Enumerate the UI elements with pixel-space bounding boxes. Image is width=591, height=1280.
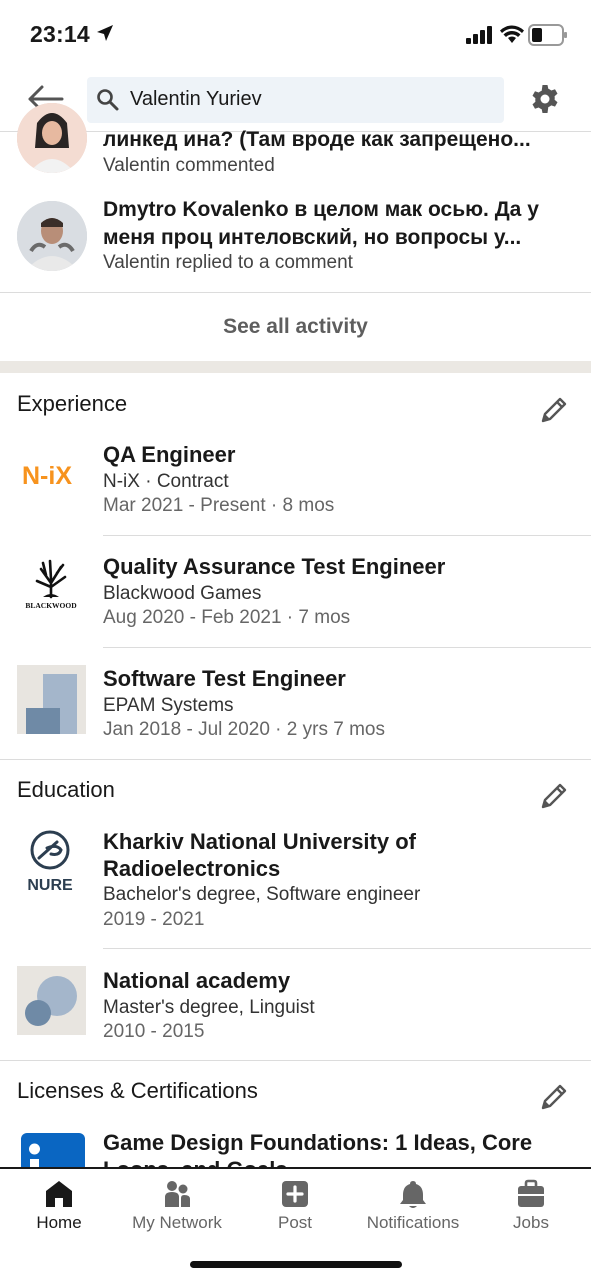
- nav-label: Notifications: [366, 1213, 460, 1232]
- education-school: Kharkiv National University of Radioelec…: [103, 829, 416, 881]
- nix-logo-text: N-iX: [22, 462, 72, 490]
- section-gap: [0, 361, 591, 373]
- divider: [103, 948, 591, 949]
- nure-logo-text: NURE: [27, 877, 73, 894]
- experience-company: EPAM Systems: [103, 695, 234, 716]
- licenses-section-title: Licenses & Certifications: [17, 1078, 258, 1103]
- nav-notifications[interactable]: Notifications: [354, 1169, 472, 1249]
- avatar: [17, 201, 87, 271]
- status-bar: 23:14: [0, 0, 591, 70]
- nav-label: Home: [36, 1213, 82, 1232]
- wifi-icon: [500, 25, 524, 43]
- company-logo: BLACKWOOD: [17, 553, 86, 622]
- experience-dates: Jan 2018 - Jul 2020 · 2 yrs 7 mos: [103, 719, 385, 740]
- education-degree: Bachelor's degree, Software engineer: [103, 884, 421, 905]
- nav-post[interactable]: Post: [236, 1169, 354, 1249]
- activity-subtitle: Valentin commented: [103, 155, 275, 176]
- experience-company: Blackwood Games: [103, 583, 262, 604]
- activity-title: Dmytro Kovalenko в целом мак осью. Да у …: [103, 198, 539, 249]
- search-icon: [97, 89, 119, 111]
- company-logo: N-iX: [17, 440, 86, 509]
- divider: [103, 535, 591, 536]
- education-dates: 2010 - 2015: [103, 1021, 205, 1042]
- edit-pencil-icon[interactable]: [538, 1081, 570, 1113]
- battery-icon: [528, 24, 567, 46]
- experience-dates: Mar 2021 - Present · 8 mos: [103, 495, 335, 516]
- home-icon: [46, 1181, 72, 1207]
- blackwood-logo-text: BLACKWOOD: [25, 601, 77, 610]
- nav-label: My Network: [132, 1213, 222, 1232]
- education-school: National academy: [103, 968, 291, 993]
- divider: [0, 759, 591, 760]
- education-dates: 2019 - 2021: [103, 909, 205, 930]
- activity-item[interactable]: Dmytro Kovalenko в целом мак осью. Да у …: [0, 195, 591, 277]
- experience-role: Software Test Engineer: [103, 666, 346, 691]
- bell-icon: [400, 1181, 426, 1208]
- settings-gear-icon[interactable]: [529, 83, 561, 115]
- experience-role: Quality Assurance Test Engineer: [103, 554, 446, 579]
- company-logo-placeholder: [17, 665, 86, 734]
- nav-home[interactable]: Home: [0, 1169, 118, 1249]
- school-logo: NURE: [17, 826, 86, 895]
- location-arrow-icon: [97, 25, 113, 41]
- divider: [103, 647, 591, 648]
- divider: [0, 1060, 591, 1061]
- avatar: [17, 103, 87, 173]
- nav-jobs[interactable]: Jobs: [472, 1169, 590, 1249]
- status-time: 23:14: [30, 21, 90, 47]
- nav-my-network[interactable]: My Network: [118, 1169, 236, 1249]
- activity-item[interactable]: линкед ина? (Там вроде как запрещено... …: [0, 103, 591, 176]
- education-degree: Master's degree, Linguist: [103, 997, 315, 1018]
- cellular-signal-icon: [466, 26, 492, 44]
- experience-section-title: Experience: [17, 391, 128, 416]
- see-all-activity-button[interactable]: See all activity: [0, 293, 591, 361]
- education-section-title: Education: [17, 777, 115, 802]
- search-value: Valentin Yuriev: [130, 88, 262, 110]
- activity-subtitle: Valentin replied to a comment: [103, 252, 353, 273]
- experience-dates: Aug 2020 - Feb 2021 · 7 mos: [103, 607, 351, 628]
- linkedin-logo-icon: [17, 1129, 86, 1167]
- post-icon: [282, 1181, 308, 1207]
- network-icon: [165, 1181, 190, 1207]
- edit-pencil-icon[interactable]: [538, 780, 570, 812]
- activity-title: линкед ина? (Там вроде как запрещено...: [103, 128, 531, 151]
- experience-role: QA Engineer: [103, 442, 236, 467]
- experience-company: N-iX · Contract: [103, 471, 229, 492]
- nav-label: Jobs: [513, 1213, 549, 1232]
- home-indicator[interactable]: [190, 1261, 402, 1268]
- nav-label: Post: [277, 1213, 313, 1232]
- edit-pencil-icon[interactable]: [538, 394, 570, 426]
- school-logo-placeholder: [17, 966, 86, 1035]
- license-name: Game Design Foundations: 1 Ideas, Core L…: [103, 1130, 533, 1167]
- briefcase-icon: [518, 1179, 544, 1207]
